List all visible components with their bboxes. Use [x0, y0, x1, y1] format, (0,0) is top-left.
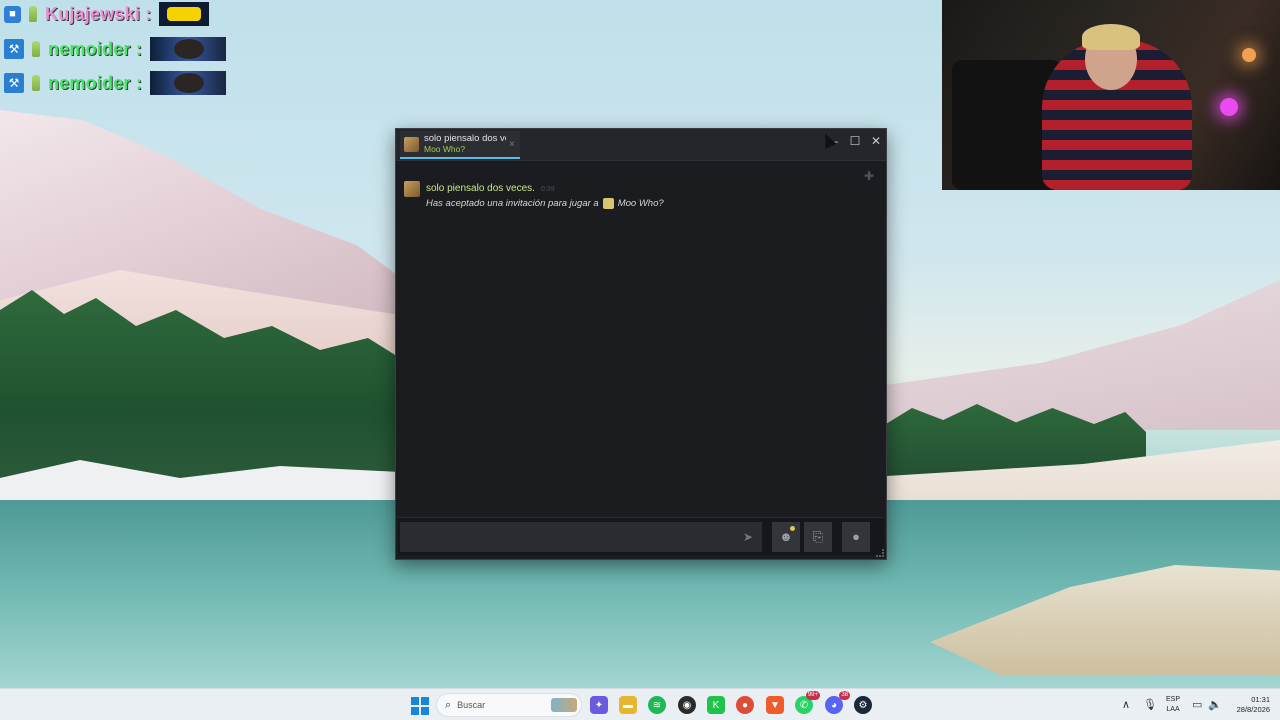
- volume-icon[interactable]: 🔈: [1208, 698, 1222, 711]
- tab-game-name: Moo Who?: [424, 144, 466, 154]
- keyboard-layout: LAA: [1166, 706, 1180, 713]
- overlay-message: ⚒ nemoider :: [4, 36, 227, 62]
- overlay-username: Kujajewski :: [45, 3, 152, 24]
- overlay-username: nemoider :: [48, 38, 143, 59]
- paperclip-icon: ⎘: [812, 528, 824, 544]
- clock-date: 28/8/2026: [1236, 705, 1270, 714]
- microphone-tray-icon[interactable]: 🎙: [1143, 698, 1157, 711]
- chrome-icon[interactable]: ●: [736, 696, 754, 714]
- send-button[interactable]: ➤: [734, 521, 762, 552]
- voice-button[interactable]: ●: [842, 521, 870, 552]
- discord-icon[interactable]: ◕ 38: [825, 691, 850, 714]
- whatsapp-badge: 99+: [805, 691, 820, 700]
- microphone-icon: ●: [852, 529, 860, 544]
- obs-icon[interactable]: ◉: [678, 696, 696, 714]
- notification-dot: [790, 525, 795, 531]
- taskbar: ⌕ Buscar ✦ ▬ ≋ ◉ K ● ▼ ✆ 99+ ◕ 38 ⚙ ∧ 🎙 …: [0, 688, 1280, 720]
- chat-titlebar[interactable]: solo piensalo dos veces. Moo Who? × — ☐ …: [396, 129, 886, 161]
- message-timestamp: 0:39: [540, 186, 555, 193]
- tool-icon: ⚒: [4, 73, 24, 93]
- tool-icon: ⚒: [4, 39, 24, 59]
- face-emote: [150, 71, 227, 95]
- bottle-badge-icon: [29, 6, 37, 22]
- search-placeholder: Buscar: [457, 700, 486, 710]
- clock-time: 01:31: [1251, 695, 1270, 704]
- discord-badge: 38: [839, 691, 850, 700]
- cube-icon: ■: [4, 5, 21, 23]
- message-author[interactable]: solo piensalo dos veces.: [426, 183, 535, 194]
- spotify-icon[interactable]: ≋: [648, 696, 666, 714]
- emoji-icon: ☻: [779, 529, 793, 544]
- taxi-emote: [159, 2, 210, 26]
- message-list[interactable]: solo piensalo dos veces. 0:39 Has acepta…: [396, 162, 886, 517]
- bottle-badge-icon: [32, 41, 40, 57]
- overlay-username: nemoider :: [48, 72, 143, 93]
- bottle-badge-icon: [32, 75, 40, 91]
- network-icon[interactable]: ▭: [1192, 698, 1202, 711]
- overlay-message: ■ Kujajewski :: [4, 1, 210, 27]
- app-green-icon[interactable]: K: [707, 696, 725, 714]
- avatar: [404, 181, 420, 197]
- game-icon: [602, 198, 614, 209]
- whatsapp-icon[interactable]: ✆ 99+: [795, 691, 820, 714]
- tab-close-icon[interactable]: ×: [509, 139, 515, 150]
- face-emote: [150, 37, 227, 61]
- message-game-name[interactable]: Moo Who?: [618, 198, 664, 209]
- close-button[interactable]: ✕: [865, 132, 887, 150]
- resize-handle[interactable]: [876, 549, 884, 557]
- chevron-up-icon[interactable]: ∧: [1122, 698, 1130, 711]
- language-code: ESP: [1166, 696, 1181, 703]
- wallpaper-mountain-right: [886, 280, 1280, 430]
- webcam-feed: [942, 0, 1280, 190]
- message-input[interactable]: [400, 521, 734, 552]
- taskbar-search[interactable]: ⌕ Buscar: [436, 693, 582, 717]
- clock[interactable]: 01:31 28/8/2026: [1228, 695, 1270, 715]
- avatar: [404, 136, 419, 152]
- tab-friend-name: solo piensalo dos veces.: [424, 134, 506, 144]
- brave-icon[interactable]: ▼: [766, 696, 784, 714]
- language-indicator[interactable]: ESP LAA: [1166, 695, 1180, 715]
- emoji-button[interactable]: ☻: [772, 521, 800, 552]
- copilot-icon[interactable]: ✦: [590, 696, 608, 714]
- message-composer: ➤ ☻ ⎘ ●: [398, 517, 884, 555]
- chat-tab[interactable]: solo piensalo dos veces. Moo Who? ×: [400, 131, 520, 159]
- file-explorer-icon[interactable]: ▬: [619, 696, 637, 714]
- message-text: Has aceptado una invitación para jugar a…: [426, 198, 664, 209]
- search-icon: ⌕: [445, 698, 452, 711]
- message-body: Has aceptado una invitación para jugar a: [426, 198, 599, 209]
- search-highlight-image: [551, 698, 577, 712]
- start-button[interactable]: [411, 697, 429, 715]
- attach-button[interactable]: ⎘: [804, 521, 832, 552]
- maximize-button[interactable]: ☐: [844, 132, 866, 150]
- steam-chat-window: solo piensalo dos veces. Moo Who? × — ☐ …: [395, 128, 887, 560]
- add-friend-icon[interactable]: ✚: [864, 169, 874, 183]
- steam-icon[interactable]: ⚙: [854, 696, 872, 714]
- overlay-message: ⚒ nemoider :: [4, 70, 227, 96]
